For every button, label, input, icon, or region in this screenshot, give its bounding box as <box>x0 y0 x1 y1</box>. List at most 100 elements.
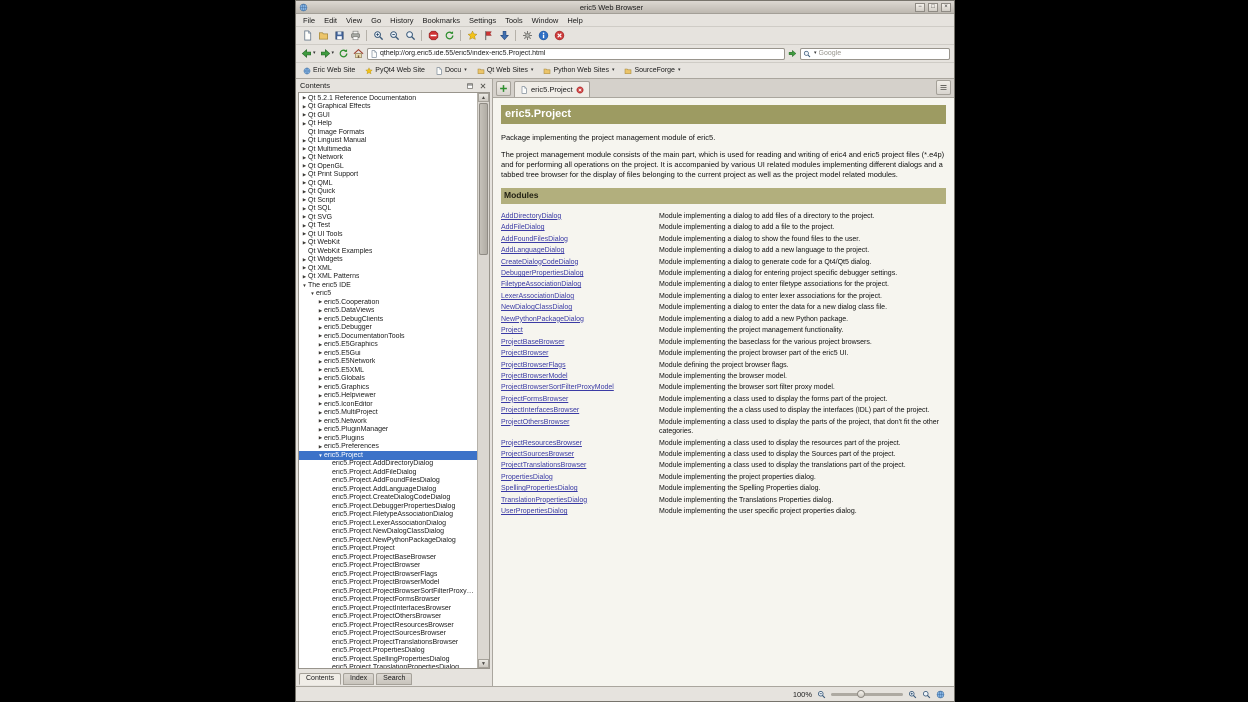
menu-go[interactable]: Go <box>367 15 385 26</box>
tree-item[interactable]: ▶Qt QML <box>299 179 477 188</box>
tree-item[interactable]: ▶eric5.DataViews <box>299 307 477 316</box>
page-tab[interactable]: eric5.Project <box>514 81 590 97</box>
zoom-reset-button[interactable] <box>403 29 417 43</box>
menu-bookmarks[interactable]: Bookmarks <box>419 15 465 26</box>
scrollbar-track[interactable] <box>478 102 489 659</box>
bookmark-sourceforge[interactable]: SourceForge▾ <box>624 67 680 75</box>
collapsed-arrow-icon[interactable]: ▶ <box>301 265 308 271</box>
zoom-in-icon[interactable] <box>908 690 917 699</box>
menu-help[interactable]: Help <box>563 15 586 26</box>
module-link-projectformsbrowser[interactable]: ProjectFormsBrowser <box>501 395 653 404</box>
collapsed-arrow-icon[interactable]: ▶ <box>317 410 324 416</box>
menu-settings[interactable]: Settings <box>465 15 500 26</box>
tree-item[interactable]: ▶Qt Help <box>299 120 477 129</box>
reload-page-button[interactable] <box>442 29 456 43</box>
collapsed-arrow-icon[interactable]: ▶ <box>301 155 308 161</box>
collapsed-arrow-icon[interactable]: ▶ <box>317 299 324 305</box>
sidebar-float-button[interactable] <box>465 81 475 91</box>
scroll-up-button[interactable]: ▲ <box>478 93 489 102</box>
collapsed-arrow-icon[interactable]: ▶ <box>317 367 324 373</box>
tree-item[interactable]: eric5.Project.ProjectTranslationsBrowser <box>299 638 477 647</box>
module-link-projectinterfacesbrowser[interactable]: ProjectInterfacesBrowser <box>501 406 653 415</box>
tree-item[interactable]: ▶eric5.Helpviewer <box>299 392 477 401</box>
tree-item[interactable]: eric5.Project.AddDirectoryDialog <box>299 460 477 469</box>
tree-item[interactable]: eric5.Project.ProjectBaseBrowser <box>299 553 477 562</box>
tree-item[interactable]: ▶Qt SVG <box>299 213 477 222</box>
tree-item[interactable]: ▶eric5.DocumentationTools <box>299 332 477 341</box>
tree-item[interactable]: eric5.Project.ProjectInterfacesBrowser <box>299 604 477 613</box>
tree-item[interactable]: ▶Qt 5.2.1 Reference Documentation <box>299 94 477 103</box>
module-link-debuggerpropertiesdialog[interactable]: DebuggerPropertiesDialog <box>501 269 653 278</box>
collapsed-arrow-icon[interactable]: ▶ <box>301 95 308 101</box>
collapsed-arrow-icon[interactable]: ▶ <box>317 435 324 441</box>
collapsed-arrow-icon[interactable]: ▶ <box>301 214 308 220</box>
tree-item[interactable]: ▶eric5.Globals <box>299 375 477 384</box>
tree-item[interactable]: ▶Qt Test <box>299 222 477 231</box>
tree-item[interactable]: Qt WebKit Examples <box>299 247 477 256</box>
tree-item[interactable]: ▶Qt Script <box>299 196 477 205</box>
tree-item[interactable]: ▶Qt WebKit <box>299 239 477 248</box>
url-input[interactable] <box>380 49 782 59</box>
tree-item[interactable]: ▶Qt SQL <box>299 205 477 214</box>
tree-item[interactable]: eric5.Project.ProjectSourcesBrowser <box>299 630 477 639</box>
tree-item[interactable]: ▶Qt Multimedia <box>299 145 477 154</box>
close-window-button[interactable] <box>552 29 566 43</box>
tree-item[interactable]: ▼The eric5 IDE <box>299 281 477 290</box>
sidebar-tab-index[interactable]: Index <box>343 673 374 685</box>
zoom-reset-icon[interactable] <box>922 690 931 699</box>
collapsed-arrow-icon[interactable]: ▶ <box>317 359 324 365</box>
reload-button[interactable] <box>337 47 350 61</box>
back-button[interactable]: ▾ <box>300 47 317 61</box>
module-link-projectbrowsermodel[interactable]: ProjectBrowserModel <box>501 372 653 381</box>
module-link-newdialogclassdialog[interactable]: NewDialogClassDialog <box>501 303 653 312</box>
tree-item[interactable]: ▶eric5.PluginManager <box>299 426 477 435</box>
expanded-arrow-icon[interactable]: ▼ <box>309 291 316 296</box>
collapsed-arrow-icon[interactable]: ▶ <box>317 384 324 390</box>
tree-item[interactable]: eric5.Project.Project <box>299 545 477 554</box>
tree-item[interactable]: ▼eric5 <box>299 290 477 299</box>
collapsed-arrow-icon[interactable]: ▶ <box>317 342 324 348</box>
tree-item[interactable]: eric5.Project.ProjectFormsBrowser <box>299 596 477 605</box>
module-link-projectbasebrowser[interactable]: ProjectBaseBrowser <box>501 338 653 347</box>
collapsed-arrow-icon[interactable]: ▶ <box>301 189 308 195</box>
menu-file[interactable]: File <box>299 15 319 26</box>
module-link-projecttranslationsbrowser[interactable]: ProjectTranslationsBrowser <box>501 461 653 470</box>
module-link-projectsourcesbrowser[interactable]: ProjectSourcesBrowser <box>501 450 653 459</box>
about-button[interactable] <box>536 29 550 43</box>
tree-item[interactable]: eric5.Project.SpellingPropertiesDialog <box>299 655 477 664</box>
collapsed-arrow-icon[interactable]: ▶ <box>317 316 324 322</box>
tree-item[interactable]: eric5.Project.AddFileDialog <box>299 468 477 477</box>
tree-item[interactable]: ▶eric5.IconEditor <box>299 400 477 409</box>
open-file-button[interactable] <box>316 29 330 43</box>
zoom-slider-handle[interactable] <box>857 690 865 698</box>
module-link-addfiledialog[interactable]: AddFileDialog <box>501 223 653 232</box>
menu-history[interactable]: History <box>386 15 417 26</box>
downloads-button[interactable] <box>497 29 511 43</box>
module-link-projectbrowserflags[interactable]: ProjectBrowserFlags <box>501 361 653 370</box>
tree-item[interactable]: eric5.Project.ProjectOthersBrowser <box>299 613 477 622</box>
collapsed-arrow-icon[interactable]: ▶ <box>301 231 308 237</box>
search-input[interactable] <box>819 49 947 59</box>
forward-button[interactable]: ▾ <box>319 47 336 61</box>
zoom-out-button[interactable] <box>387 29 401 43</box>
module-link-createdialogcodedialog[interactable]: CreateDialogCodeDialog <box>501 258 653 267</box>
tree-item[interactable]: ▶eric5.E5Graphics <box>299 341 477 350</box>
close-window-button[interactable]: × <box>941 3 951 12</box>
tree-item[interactable]: ▶eric5.Cooperation <box>299 298 477 307</box>
bookmark-docu[interactable]: Docu▾ <box>435 67 467 75</box>
collapsed-arrow-icon[interactable]: ▶ <box>301 112 308 118</box>
module-link-projectothersbrowser[interactable]: ProjectOthersBrowser <box>501 418 653 427</box>
tree-item[interactable]: ▶eric5.MultiProject <box>299 409 477 418</box>
menu-tools[interactable]: Tools <box>501 15 527 26</box>
tree-item[interactable]: ▼eric5.Project <box>299 451 477 460</box>
tree-item[interactable]: ▶eric5.Debugger <box>299 324 477 333</box>
print-page-button[interactable] <box>348 29 362 43</box>
collapsed-arrow-icon[interactable]: ▶ <box>301 104 308 110</box>
tree-item[interactable]: eric5.Project.AddFoundFilesDialog <box>299 477 477 486</box>
collapsed-arrow-icon[interactable]: ▶ <box>301 223 308 229</box>
tree-item[interactable]: eric5.Project.AddLanguageDialog <box>299 485 477 494</box>
collapsed-arrow-icon[interactable]: ▶ <box>317 325 324 331</box>
collapsed-arrow-icon[interactable]: ▶ <box>317 444 324 450</box>
collapsed-arrow-icon[interactable]: ▶ <box>301 138 308 144</box>
tree-item[interactable]: ▶Qt Quick <box>299 188 477 197</box>
